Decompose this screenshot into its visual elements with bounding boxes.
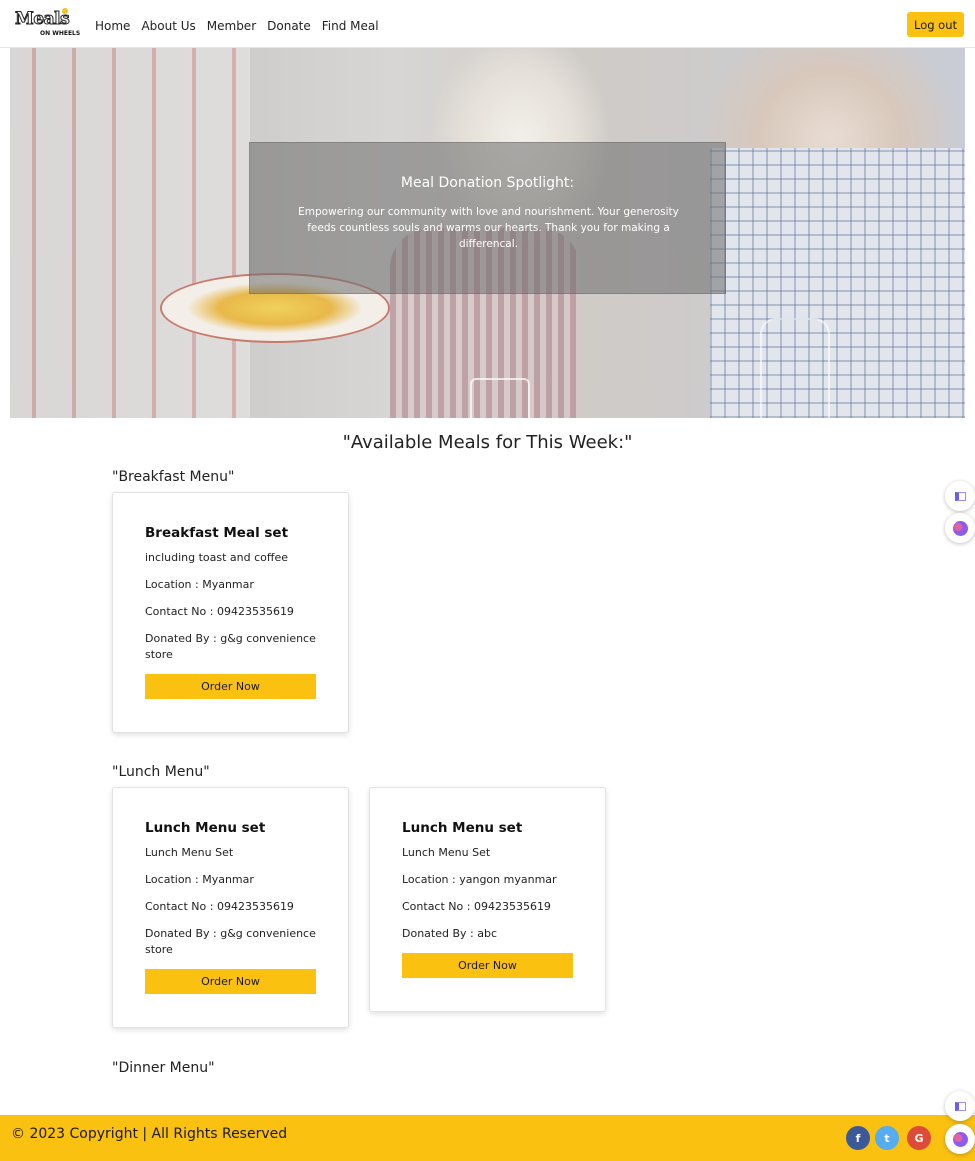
meal-description: Lunch Menu Set	[402, 846, 491, 859]
navbar: Meals ON WHEELS Home About Us Member Don…	[0, 0, 975, 48]
logo-subtext: ON WHEELS	[40, 30, 81, 37]
ai-extension-icon[interactable]	[945, 513, 975, 543]
book-icon	[954, 491, 966, 501]
dinner-menu-heading: "Dinner Menu"	[112, 1060, 215, 1076]
nav-find-meal[interactable]: Find Meal	[322, 19, 379, 33]
breakfast-menu-heading: "Breakfast Menu"	[112, 469, 235, 485]
google-glyph: G	[914, 1131, 924, 1145]
nav-links: Home About Us Member Donate Find Meal	[95, 19, 379, 33]
section-title: "Available Meals for This Week:"	[342, 432, 633, 453]
meal-description: including toast and coffee	[145, 551, 288, 564]
hero-image-caregiver	[10, 48, 250, 418]
nav-about-us[interactable]: About Us	[141, 19, 195, 33]
hero-banner: Meal Donation Spotlight: Empowering our …	[10, 48, 965, 418]
meal-location: Location : Myanmar	[145, 578, 254, 591]
meal-card: Breakfast Meal set including toast and c…	[112, 492, 349, 733]
hero-image-glass	[470, 378, 530, 418]
meal-card: Lunch Menu set Lunch Menu Set Location :…	[112, 787, 349, 1028]
twitter-icon[interactable]: t	[875, 1126, 899, 1150]
meal-contact: Contact No : 09423535619	[402, 900, 551, 913]
twitter-glyph: t	[884, 1131, 890, 1145]
reader-extension-icon[interactable]	[945, 1091, 975, 1121]
logo-text: Meals	[14, 9, 70, 30]
logout-button[interactable]: Log out	[907, 12, 964, 37]
lunch-menu-heading: "Lunch Menu"	[112, 764, 210, 780]
ai-extension-icon[interactable]	[945, 1124, 975, 1154]
nav-home[interactable]: Home	[95, 19, 130, 33]
logo-sun-icon	[62, 8, 68, 14]
meal-location: Location : Myanmar	[145, 873, 254, 886]
meal-title: Breakfast Meal set	[145, 525, 289, 541]
meal-donor: Donated By : abc	[402, 927, 497, 940]
order-now-button[interactable]: Order Now	[402, 953, 573, 978]
meal-description: Lunch Menu Set	[145, 846, 234, 859]
order-now-button[interactable]: Order Now	[145, 969, 316, 994]
nav-member[interactable]: Member	[207, 19, 256, 33]
spotlight-box: Meal Donation Spotlight: Empowering our …	[249, 142, 726, 294]
copyright-text: © 2023 Copyright | All Rights Reserved	[11, 1126, 288, 1142]
meal-title: Lunch Menu set	[402, 820, 523, 836]
meal-donor: Donated By : g&g convenience store	[145, 927, 316, 956]
book-icon	[954, 1101, 966, 1111]
hero-image-pitcher	[760, 318, 830, 418]
facebook-icon[interactable]: f	[846, 1126, 870, 1150]
reader-extension-icon[interactable]	[945, 481, 975, 511]
meal-location: Location : yangon myanmar	[402, 873, 557, 886]
meal-donor: Donated By : g&g convenience store	[145, 632, 316, 661]
spotlight-text: Empowering our community with love and n…	[298, 206, 679, 250]
brain-icon	[952, 1131, 968, 1147]
meal-contact: Contact No : 09423535619	[145, 900, 294, 913]
meal-title: Lunch Menu set	[145, 820, 266, 836]
footer: © 2023 Copyright | All Rights Reserved f…	[0, 1115, 975, 1161]
nav-donate[interactable]: Donate	[267, 19, 311, 33]
facebook-glyph: f	[855, 1131, 861, 1145]
meal-card: Lunch Menu set Lunch Menu Set Location :…	[369, 787, 606, 1012]
hero-image-elderly-man	[710, 148, 965, 418]
meal-contact: Contact No : 09423535619	[145, 605, 294, 618]
meals-on-wheels-logo[interactable]: Meals ON WHEELS	[14, 8, 81, 41]
brain-icon	[952, 520, 968, 536]
spotlight-title: Meal Donation Spotlight:	[400, 175, 575, 191]
google-icon[interactable]: G	[907, 1126, 931, 1150]
order-now-button[interactable]: Order Now	[145, 674, 316, 699]
